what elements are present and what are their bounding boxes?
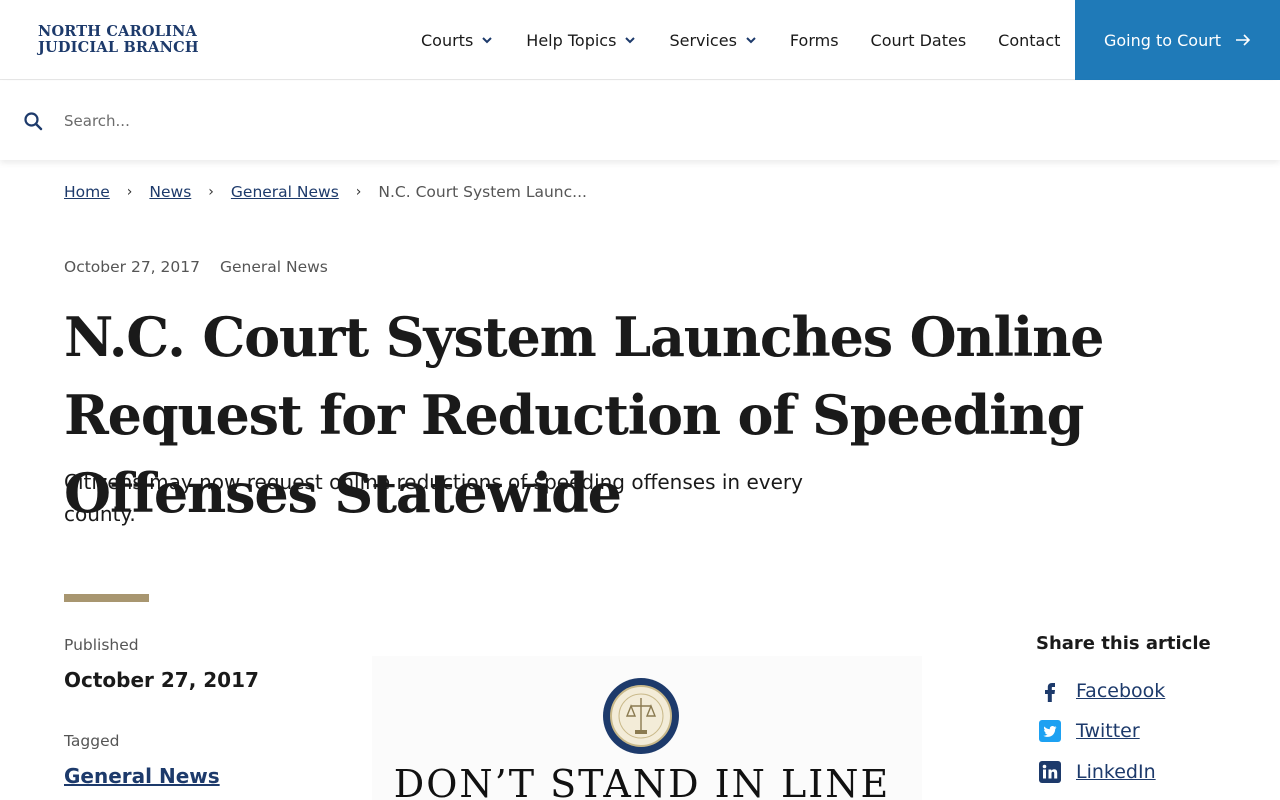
article-category: General News [219,258,328,276]
article-image: DON’T STAND IN LINE [372,656,922,800]
nav-services-label: Services [669,30,737,50]
nav-court-dates[interactable]: Court Dates [871,31,967,50]
search-input[interactable] [64,107,964,135]
chevron-down-icon [746,37,756,44]
linkedin-icon [1039,761,1061,783]
share-twitter-label: Twitter [1076,720,1140,742]
nav-help-topics-label: Help Topics [526,30,617,50]
going-to-court-button[interactable]: Going to Court [1075,0,1280,80]
chevron-right-icon: › [208,184,214,200]
breadcrumb-current: N.C. Court System Launc... [378,183,587,201]
site-logo[interactable]: NORTH CAROLINA JUDICIAL BRANCH [38,24,199,56]
image-headline: DON’T STAND IN LINE [393,762,891,800]
chevron-down-icon [482,37,493,44]
nav-help-topics[interactable]: Help Topics [526,31,637,50]
article-lede: Citizens may now request online reductio… [64,470,803,526]
share-facebook-label: Facebook [1076,680,1166,702]
nav-forms[interactable]: Forms [790,31,839,50]
accent-divider [64,594,149,602]
published-date: October 27, 2017 [64,668,259,692]
going-to-court-label: Going to Court [1103,30,1222,50]
tag-link-general-news[interactable]: General News [64,764,220,788]
nav-court-dates-label: Court Dates [870,30,967,50]
court-seal-icon [603,678,679,754]
share-twitter[interactable]: Twitter [1038,719,1140,743]
breadcrumb-home[interactable]: Home [64,183,110,201]
breadcrumb: Home › News › General News › N.C. Court … [64,183,587,201]
article-meta: October 27, 2017 General News [64,258,328,276]
nav-courts-label: Courts [421,30,474,50]
chevron-right-icon: › [126,184,133,200]
article-date: October 27, 2017 [64,258,200,276]
search-bar [0,81,1280,160]
search-icon[interactable] [23,111,43,131]
nav-courts[interactable]: Courts [421,31,494,50]
share-linkedin[interactable]: LinkedIn [1038,760,1156,784]
chevron-right-icon: › [355,184,362,200]
twitter-icon [1039,720,1061,742]
arrow-right-icon [1236,34,1251,46]
facebook-icon [1045,683,1055,702]
nav-forms-label: Forms [789,30,839,50]
published-label: Published [64,636,139,654]
site-header: NORTH CAROLINA JUDICIAL BRANCH Courts He… [0,0,1280,80]
share-facebook[interactable]: Facebook [1038,679,1165,703]
logo-line-1: NORTH CAROLINA [38,23,197,40]
chevron-down-icon [625,37,636,44]
nav-contact[interactable]: Contact [998,31,1060,50]
share-title: Share this article [1036,633,1211,654]
tagged-label: Tagged [64,732,120,750]
main-nav: Courts Help Topics Services Forms Court … [421,0,1060,80]
nav-contact-label: Contact [998,30,1061,50]
breadcrumb-news[interactable]: News [149,183,191,201]
nav-services[interactable]: Services [669,31,757,50]
breadcrumb-general-news[interactable]: General News [231,183,339,201]
share-linkedin-label: LinkedIn [1076,761,1156,783]
logo-line-2: JUDICIAL BRANCH [38,39,199,56]
